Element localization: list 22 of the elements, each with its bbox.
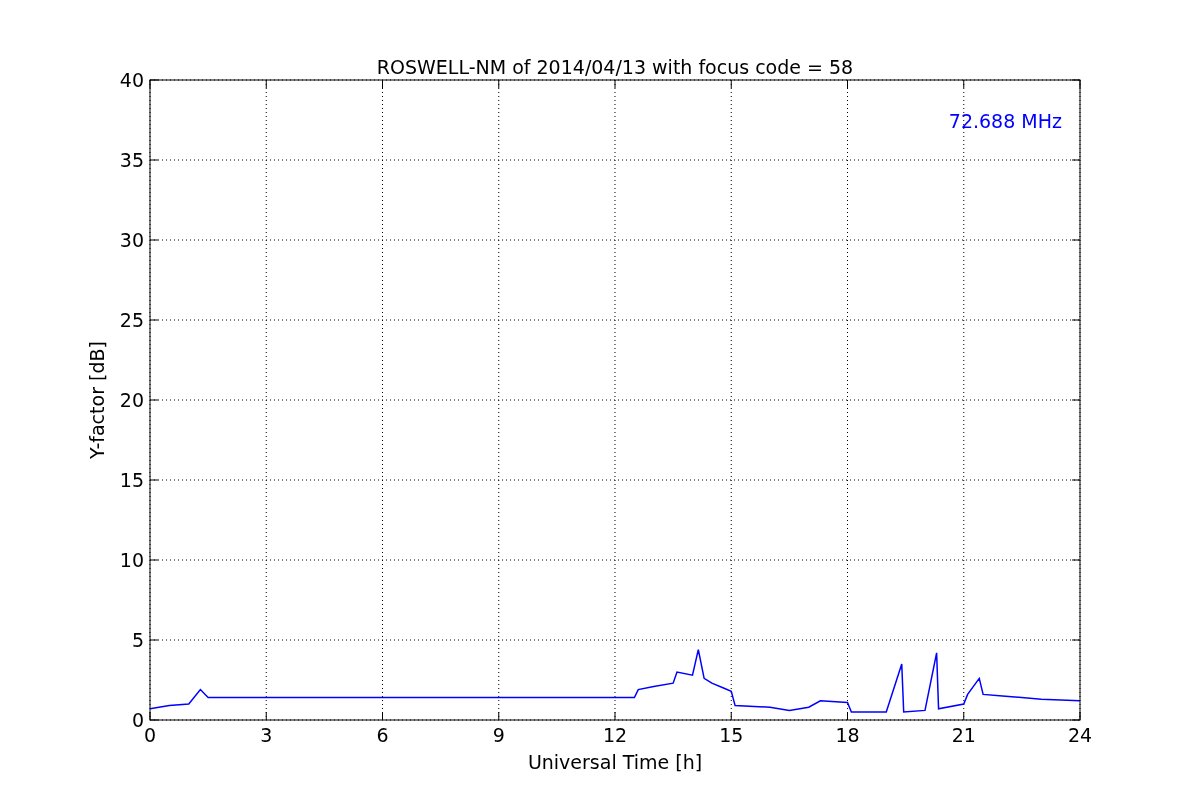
x-axis-label: Universal Time [h] [527, 751, 703, 773]
tick-label: 30 [119, 229, 144, 251]
tick-label: 5 [131, 629, 144, 651]
tick-label: 12 [602, 724, 628, 746]
tick-label: 0 [143, 724, 157, 746]
tick-label: 25 [119, 309, 144, 331]
series-label: 72.688 MHz [948, 110, 1062, 132]
tick-label: 18 [835, 724, 860, 746]
tick-label: 15 [719, 724, 744, 746]
tick-label: 20 [119, 389, 144, 411]
tick-label: 6 [376, 724, 389, 746]
tick-label: 3 [260, 724, 273, 746]
tick-label: 40 [119, 69, 144, 91]
tick-label: 15 [119, 469, 144, 491]
tick-label: 21 [951, 724, 976, 746]
tick-label: 35 [119, 149, 144, 171]
tick-label: 24 [1067, 724, 1093, 746]
tick-label: 10 [119, 549, 144, 571]
chart-title: ROSWELL-NM of 2014/04/13 with focus code = 58 [376, 56, 854, 78]
y-axis-label: Y-factor [dB] [86, 341, 108, 459]
tick-label: 0 [131, 709, 144, 731]
tick-label: 9 [492, 724, 505, 746]
